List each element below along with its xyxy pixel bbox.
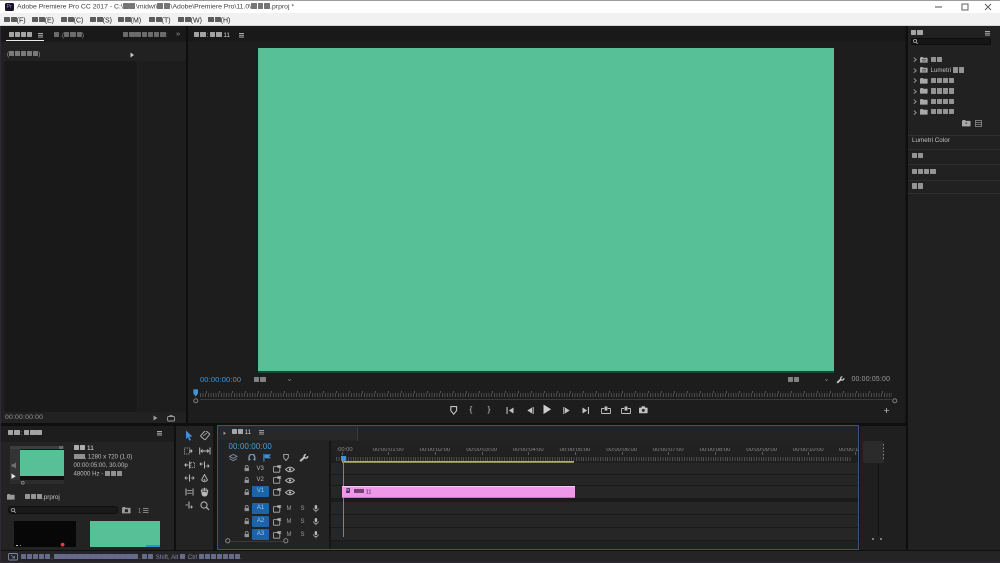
svg-text:1: 1	[138, 508, 142, 513]
